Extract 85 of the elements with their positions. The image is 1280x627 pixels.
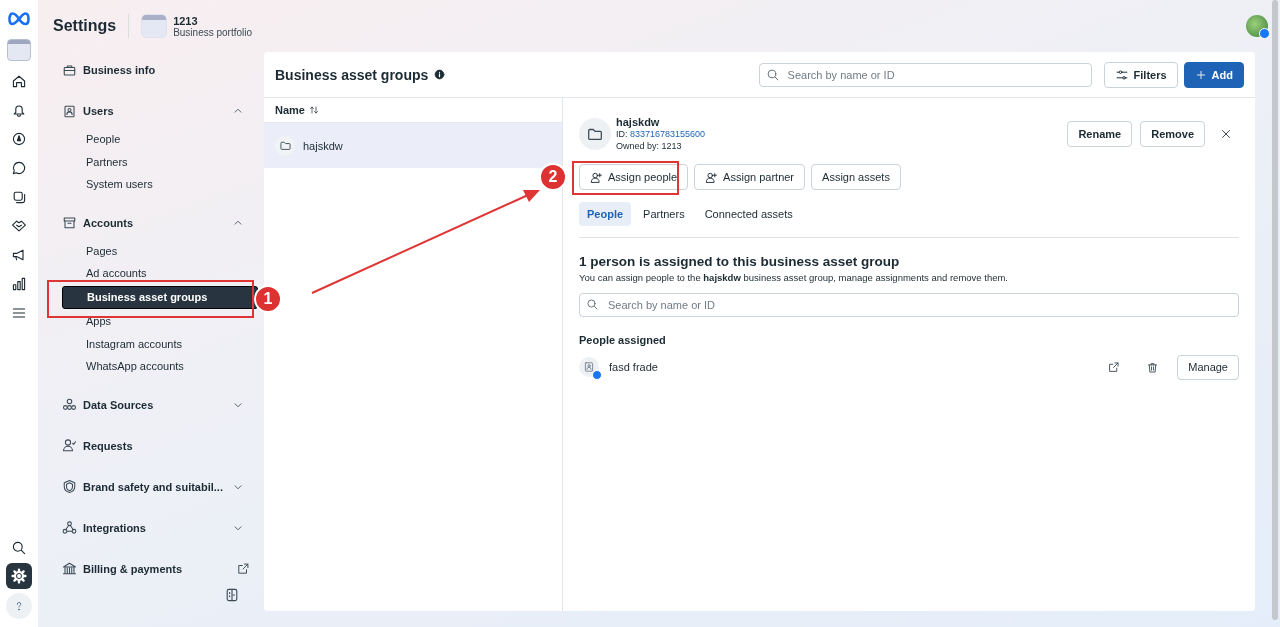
badge-icon: [592, 370, 602, 380]
assign-button[interactable]: Assign assets: [811, 164, 901, 190]
sidebar-section[interactable]: Integrations: [62, 512, 250, 543]
action-button[interactable]: Remove: [1140, 121, 1205, 147]
person-check-icon: [62, 438, 77, 454]
plus-icon: [1194, 68, 1207, 81]
portfolio-name: 1213: [173, 14, 199, 27]
external-link-icon: [236, 561, 250, 576]
search-icon: [586, 298, 599, 311]
badge-icon: [1259, 28, 1270, 39]
panel-icon[interactable]: [224, 586, 240, 603]
settings-icon: [11, 568, 27, 584]
sidebar-item[interactable]: People: [62, 128, 250, 151]
avatar[interactable]: [1246, 15, 1268, 37]
sidebar-section[interactable]: Brand safety and suitabil...: [62, 471, 250, 502]
page-title: Settings: [53, 14, 130, 38]
menu-icon: [11, 305, 27, 321]
sidebar-section[interactable]: Users: [62, 96, 250, 126]
sidebar-section[interactable]: Business info: [62, 55, 250, 85]
filter-icon: [1114, 67, 1129, 82]
sidebar-item[interactable]: Apps: [62, 309, 250, 333]
sidebar-item[interactable]: Ad accounts: [62, 262, 250, 285]
trash-icon: [1146, 360, 1160, 374]
section-title: Business asset groups: [275, 66, 429, 83]
shield-icon: [62, 479, 77, 495]
filters-button[interactable]: Filters: [1103, 61, 1178, 88]
tab[interactable]: Partners: [635, 202, 693, 226]
bank-icon: [62, 561, 77, 577]
sidebar-item[interactable]: WhatsApp accounts: [62, 355, 250, 378]
assign-button[interactable]: Assign people: [579, 164, 689, 190]
add-button[interactable]: Add: [1183, 61, 1244, 88]
owner-text: Owned by: 1213: [616, 140, 683, 152]
network-icon: [62, 520, 77, 536]
search-field[interactable]: Search by name or ID: [579, 293, 1239, 317]
nodes-icon: [62, 397, 77, 413]
compass-icon: [11, 131, 27, 147]
megaphone-icon: [11, 247, 27, 263]
person-name: fasd frade: [609, 361, 658, 373]
bell-icon: [11, 102, 27, 118]
assignment-heading: 1 person is assigned to this business asset group: [579, 254, 901, 269]
bar-chart-icon: [11, 276, 27, 292]
manage-button[interactable]: Manage: [1177, 354, 1239, 380]
id-label: ID:: [616, 129, 628, 139]
person-add-icon: [705, 170, 719, 184]
sidebar-item[interactable]: Business asset groups: [62, 285, 258, 309]
sidebar-item[interactable]: System users: [62, 173, 250, 196]
sidebar-section[interactable]: Requests: [62, 430, 250, 461]
briefcase-icon: [62, 62, 77, 78]
close-icon: [1219, 127, 1233, 141]
search-icon: [765, 67, 780, 82]
folder-icon: [278, 139, 292, 152]
search-icon: [11, 540, 27, 556]
sidebar-item[interactable]: Pages: [62, 239, 250, 263]
archive-box-icon: [62, 215, 77, 231]
sidebar-item[interactable]: Partners: [62, 150, 250, 174]
sidebar-section[interactable]: Accounts: [62, 207, 250, 238]
home-icon: [11, 73, 27, 89]
id-link[interactable]: 833716783155600: [630, 129, 706, 139]
id-card-icon: [62, 103, 77, 119]
list-heading: People assigned: [579, 334, 667, 346]
sidebar-section[interactable]: Data Sources: [62, 389, 250, 420]
logo-icon[interactable]: [8, 12, 30, 26]
person-add-icon: [590, 170, 603, 184]
description: You can assign people to the hajskdw business asset group, manage assignments and remove them.: [579, 272, 1009, 283]
action-button[interactable]: Rename: [1067, 121, 1133, 147]
group-name: hajskdw: [616, 116, 661, 128]
handshake-icon: [11, 218, 27, 234]
list-row[interactable]: hajskdw: [264, 123, 562, 168]
portfolio-type: Business portfolio: [173, 26, 253, 38]
assign-button[interactable]: Assign partner: [694, 164, 806, 190]
portfolio-thumbnail: [141, 14, 168, 38]
step-number: 1: [254, 285, 282, 313]
search-field[interactable]: Search by name or ID: [758, 62, 1092, 87]
sort-icon: [308, 105, 319, 115]
sidebar-section[interactable]: Billing & payments: [62, 553, 250, 584]
scrollbar[interactable]: [1272, 0, 1278, 620]
info-icon: [434, 69, 446, 80]
settings-button[interactable]: [6, 563, 32, 589]
sidebar-item[interactable]: Instagram accounts: [62, 332, 250, 356]
external-link-icon: [1107, 360, 1121, 374]
stacked-squares-icon: [11, 189, 27, 205]
tab[interactable]: Connected assets: [696, 202, 801, 226]
tab[interactable]: People: [579, 202, 632, 226]
portfolio-thumbnail[interactable]: [7, 39, 31, 61]
chat-bubble-icon: [11, 160, 27, 176]
